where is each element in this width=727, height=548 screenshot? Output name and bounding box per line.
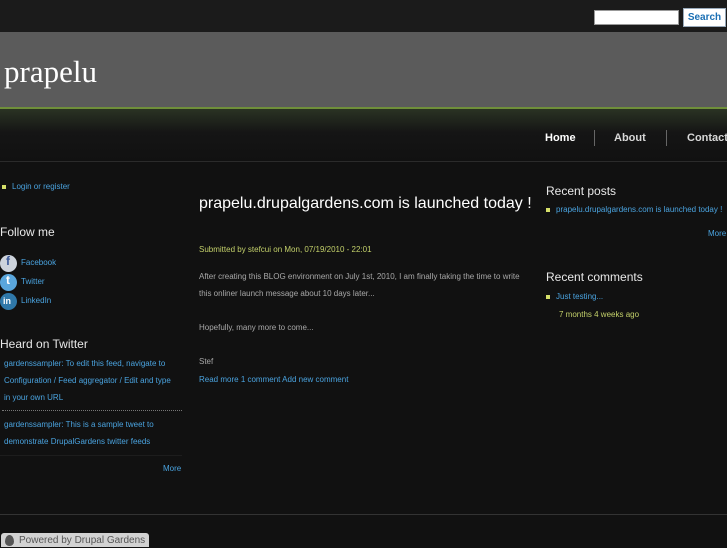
recent-posts-more-link[interactable]: More: [708, 229, 726, 238]
search-button[interactable]: Search: [683, 8, 726, 27]
nav-separator: [594, 130, 595, 146]
footer-divider: [0, 514, 727, 515]
follow-linkedin-label: LinkedIn: [21, 296, 52, 305]
post-title[interactable]: prapelu.drupalgardens.com is launched to…: [199, 192, 534, 216]
nav-item-contact[interactable]: Contact: [687, 131, 727, 145]
post-paragraph: After creating this BLOG environment on …: [199, 272, 520, 298]
comment-count-link[interactable]: 1 comment: [241, 375, 281, 384]
recent-post-item[interactable]: prapelu.drupalgardens.com is launched to…: [546, 205, 722, 214]
login-link[interactable]: Login or register: [2, 182, 70, 192]
recent-comment-item[interactable]: Just testing...: [546, 292, 603, 301]
recent-comment-label: Just testing...: [556, 292, 604, 301]
twitter-icon: [0, 274, 17, 291]
facebook-icon: [0, 255, 17, 272]
post-paragraph: Stef: [199, 357, 214, 366]
recent-comment-time: 7 months 4 weeks ago: [559, 310, 640, 319]
read-more-link[interactable]: Read more: [199, 375, 239, 384]
linkedin-icon: [0, 293, 17, 310]
post-paragraph: Hopefully, many more to come...: [199, 323, 314, 332]
twitter-block-title: Heard on Twitter: [0, 337, 88, 351]
post-links: Read more 1 comment Add new comment: [199, 375, 348, 384]
twitter-more-link[interactable]: More: [163, 464, 181, 473]
recent-posts-title: Recent posts: [546, 184, 617, 198]
post-body: After creating this BLOG environment on …: [199, 268, 534, 370]
powered-by-label: Powered by Drupal Gardens: [19, 535, 146, 546]
bullet-icon: [546, 294, 550, 299]
site-name[interactable]: prapelu: [4, 52, 97, 92]
bullet-icon: [546, 207, 550, 212]
drupal-drop-icon: [5, 535, 14, 546]
add-comment-link[interactable]: Add new comment: [282, 375, 348, 384]
bullet-icon: [2, 184, 6, 189]
site-header: [0, 32, 727, 108]
nav-item-home[interactable]: Home: [545, 131, 576, 145]
login-label: Login or register: [12, 182, 70, 191]
follow-twitter-label: Twitter: [21, 277, 45, 286]
nav-separator: [666, 130, 667, 146]
nav-item-about[interactable]: About: [614, 131, 646, 145]
recent-post-label: prapelu.drupalgardens.com is launched to…: [556, 205, 723, 214]
post-meta: Submitted by stefcui on Mon, 07/19/2010 …: [199, 245, 372, 254]
tweet-divider: [2, 410, 182, 411]
nav-divider: [0, 161, 727, 162]
follow-facebook-label: Facebook: [21, 258, 57, 267]
tweet-item[interactable]: gardenssampler: To edit this feed, navig…: [4, 355, 176, 406]
twitter-block-divider: [0, 455, 182, 456]
search-input[interactable]: [594, 10, 679, 25]
tweet-item[interactable]: gardenssampler: This is a sample tweet t…: [4, 416, 176, 450]
recent-comments-title: Recent comments: [546, 270, 643, 284]
follow-block-title: Follow me: [0, 225, 55, 239]
